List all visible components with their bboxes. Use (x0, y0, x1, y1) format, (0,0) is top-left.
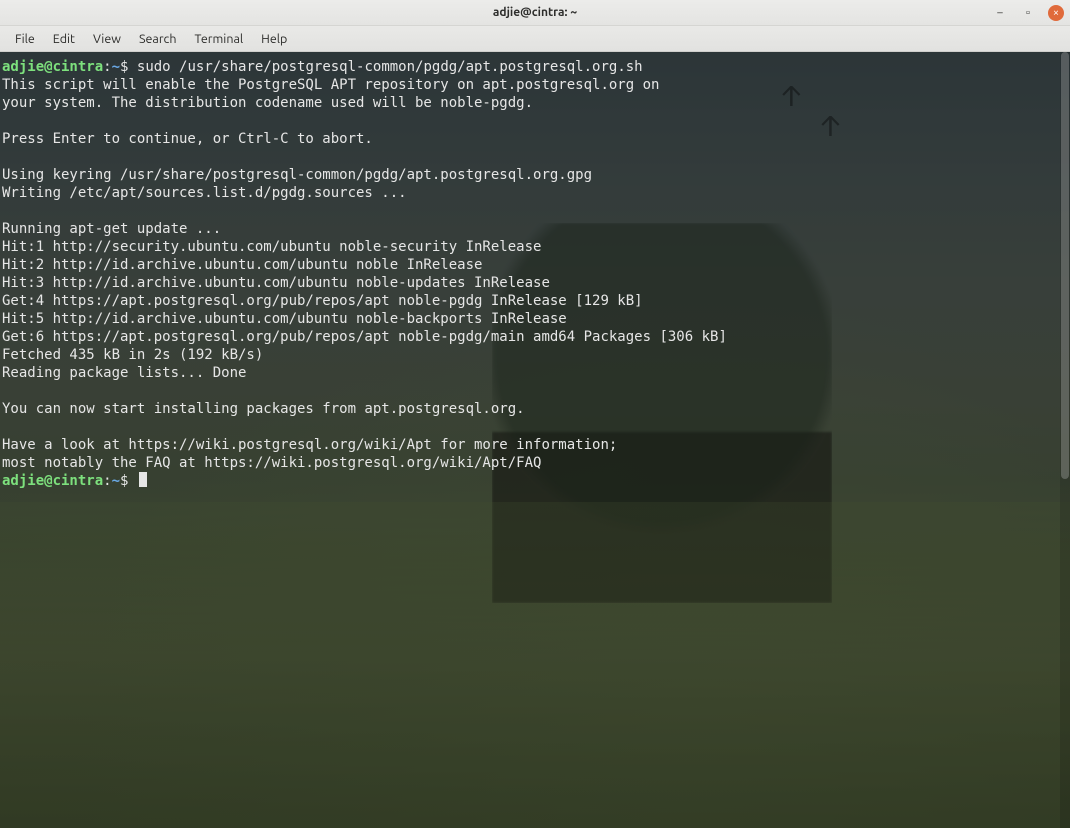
maximize-button[interactable]: ▫ (1020, 5, 1036, 21)
terminal-scrollbar[interactable] (1060, 52, 1070, 828)
menu-search[interactable]: Search (130, 28, 186, 50)
titlebar: adjie@cintra: ~ – ▫ × (0, 0, 1070, 26)
window-controls: – ▫ × (992, 0, 1064, 25)
menu-file[interactable]: File (6, 28, 44, 50)
menu-edit[interactable]: Edit (44, 28, 84, 50)
terminal-content[interactable]: adjie@cintra:~$ sudo /usr/share/postgres… (0, 52, 1070, 828)
menubar: File Edit View Search Terminal Help (0, 26, 1070, 52)
menu-terminal[interactable]: Terminal (186, 28, 253, 50)
menu-help[interactable]: Help (252, 28, 296, 50)
minimize-button[interactable]: – (992, 5, 1008, 21)
cursor (139, 472, 147, 487)
terminal-viewport[interactable]: 𐋇𐋇 adjie@cintra:~$ sudo /usr/share/postg… (0, 52, 1070, 828)
scrollbar-thumb[interactable] (1061, 52, 1069, 479)
window-title: adjie@cintra: ~ (493, 6, 577, 19)
close-button[interactable]: × (1048, 5, 1064, 21)
menu-view[interactable]: View (84, 28, 130, 50)
